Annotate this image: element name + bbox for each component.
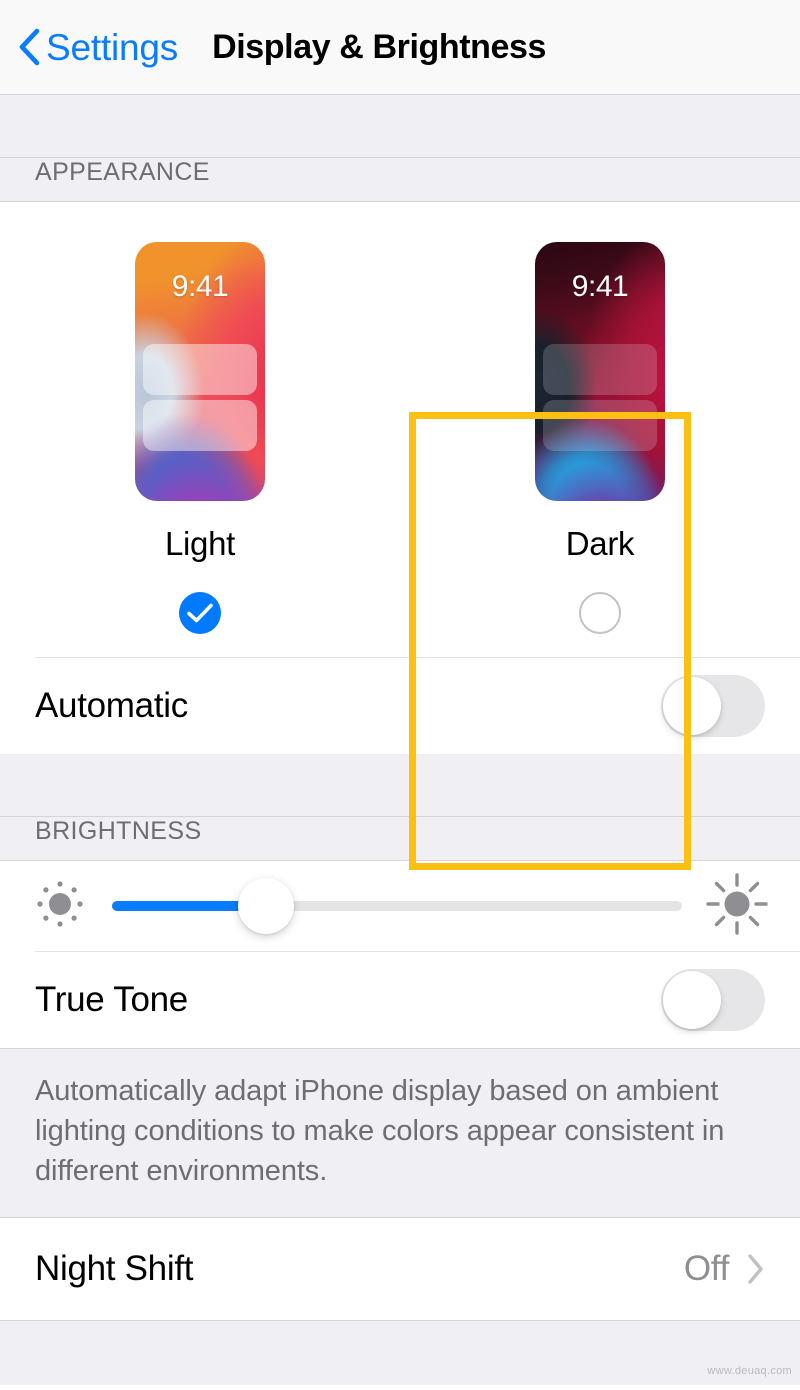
brightness-slider[interactable] bbox=[112, 876, 682, 936]
automatic-toggle[interactable] bbox=[661, 675, 765, 737]
appearance-group-gap bbox=[0, 95, 800, 158]
back-button-label: Settings bbox=[46, 26, 179, 68]
preview-notification-card bbox=[143, 344, 257, 395]
dark-mode-radio[interactable] bbox=[579, 592, 621, 634]
back-button[interactable]: Settings bbox=[18, 28, 178, 66]
true-tone-label: True Tone bbox=[35, 980, 188, 1019]
appearance-option-light[interactable]: 9:41 Light bbox=[0, 202, 400, 657]
toggle-knob bbox=[663, 677, 721, 735]
light-mode-label: Light bbox=[164, 525, 236, 562]
preview-notification-card bbox=[143, 400, 257, 451]
navigation-bar: Settings Display & Brightness bbox=[0, 0, 800, 95]
brightness-high-icon bbox=[704, 871, 770, 942]
slider-thumb[interactable] bbox=[237, 878, 294, 934]
appearance-options: 9:41 Light 9:41 Dark bbox=[0, 202, 800, 870]
light-mode-radio[interactable] bbox=[179, 592, 221, 634]
true-tone-toggle[interactable] bbox=[661, 969, 765, 1031]
brightness-slider-row[interactable] bbox=[0, 861, 800, 951]
watermark: www.deuaq.com bbox=[707, 1365, 792, 1378]
preview-time-dark: 9:41 bbox=[571, 270, 629, 303]
dark-mode-preview[interactable]: 9:41 bbox=[535, 242, 665, 501]
preview-time-light: 9:41 bbox=[171, 270, 229, 303]
preview-notification-card bbox=[543, 400, 657, 451]
automatic-row[interactable]: Automatic bbox=[0, 658, 800, 754]
true-tone-row[interactable]: True Tone bbox=[0, 952, 800, 1048]
toggle-knob bbox=[663, 971, 721, 1029]
preview-notification-card bbox=[543, 344, 657, 395]
night-shift-value: Off bbox=[683, 1249, 729, 1289]
appearance-option-dark[interactable]: 9:41 Dark bbox=[400, 202, 800, 657]
brightness-group-gap bbox=[0, 754, 800, 817]
dark-mode-label: Dark bbox=[565, 525, 635, 562]
appearance-section-header: APPEARANCE bbox=[0, 158, 800, 202]
true-tone-description: Automatically adapt iPhone display based… bbox=[0, 1048, 800, 1219]
automatic-label: Automatic bbox=[35, 686, 188, 725]
chevron-left-icon bbox=[18, 28, 40, 66]
brightness-section-header: BRIGHTNESS bbox=[0, 817, 800, 861]
brightness-low-icon bbox=[30, 874, 90, 939]
night-shift-label: Night Shift bbox=[35, 1249, 194, 1289]
page-title: Display & Brightness bbox=[212, 28, 547, 66]
checkmark-circle-icon bbox=[187, 603, 213, 623]
chevron-right-icon bbox=[747, 1253, 765, 1285]
light-mode-preview[interactable]: 9:41 bbox=[135, 242, 265, 501]
night-shift-right: Off bbox=[684, 1249, 765, 1289]
night-shift-row[interactable]: Night Shift Off bbox=[0, 1218, 800, 1321]
bottom-group-gap: www.deuaq.com bbox=[0, 1320, 800, 1386]
